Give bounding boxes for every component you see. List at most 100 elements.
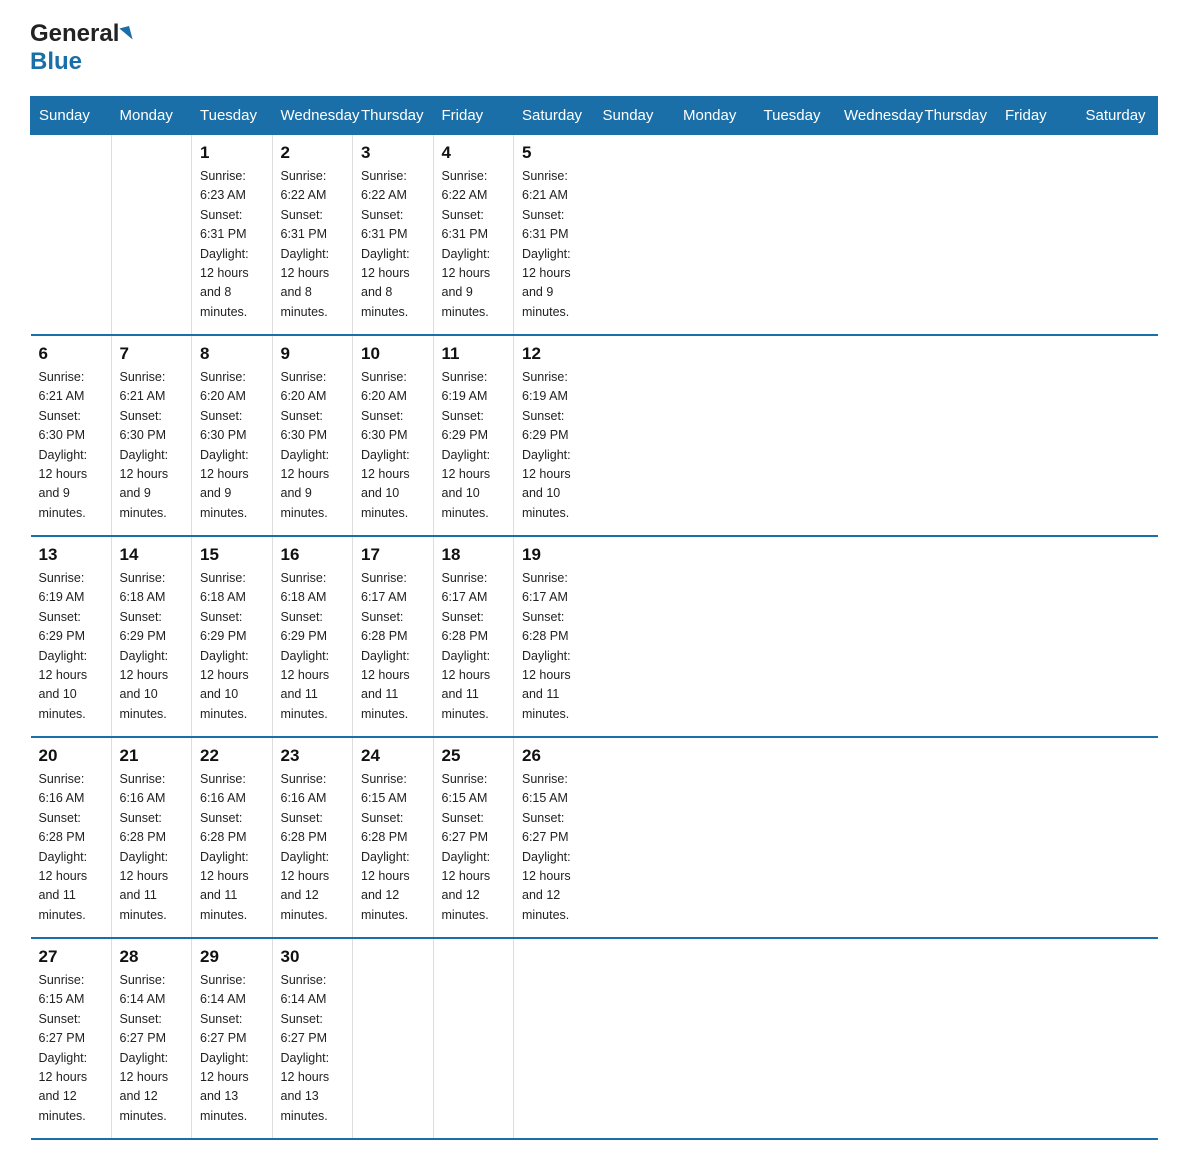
day-number: 24 <box>361 746 425 766</box>
day-number: 3 <box>361 143 425 163</box>
day-of-week-header: Thursday <box>916 97 997 135</box>
calendar-cell: 13 Sunrise: 6:19 AMSunset: 6:29 PMDayligh… <box>31 536 112 737</box>
calendar-cell <box>31 135 112 336</box>
calendar-cell: 6 Sunrise: 6:21 AMSunset: 6:30 PMDaylight… <box>31 335 112 536</box>
day-info: Sunrise: 6:16 AMSunset: 6:28 PMDaylight:… <box>120 770 184 925</box>
day-number: 30 <box>281 947 345 967</box>
calendar-cell: 28 Sunrise: 6:14 AMSunset: 6:27 PMDayligh… <box>111 938 192 1139</box>
calendar-cell: 12Sunrise: 6:19 AMSunset: 6:29 PMDayligh… <box>514 335 595 536</box>
day-number: 13 <box>39 545 103 565</box>
calendar-cell: 22Sunrise: 6:16 AMSunset: 6:28 PMDayligh… <box>192 737 273 938</box>
day-number: 21 <box>120 746 184 766</box>
calendar-cell: 1Sunrise: 6:23 AMSunset: 6:31 PMDaylight… <box>192 135 273 336</box>
calendar-week-row: 27 Sunrise: 6:15 AMSunset: 6:27 PMDayligh… <box>31 938 1158 1139</box>
day-number: 4 <box>442 143 506 163</box>
calendar-cell: 30 Sunrise: 6:14 AMSunset: 6:27 PMDayligh… <box>272 938 353 1139</box>
day-info: Sunrise: 6:15 AMSunset: 6:27 PMDaylight:… <box>522 770 586 925</box>
day-of-week-header: Sunday <box>31 97 112 135</box>
day-of-week-header: Saturday <box>1077 97 1158 135</box>
day-number: 5 <box>522 143 586 163</box>
calendar-cell: 29 Sunrise: 6:14 AMSunset: 6:27 PMDayligh… <box>192 938 273 1139</box>
day-info: Sunrise: 6:21 AMSunset: 6:30 PMDaylight:… <box>39 368 103 523</box>
day-info: Sunrise: 6:19 AMSunset: 6:29 PMDaylight:… <box>39 569 103 724</box>
day-info: Sunrise: 6:22 AMSunset: 6:31 PMDaylight:… <box>281 167 345 322</box>
calendar-cell: 3 Sunrise: 6:22 AMSunset: 6:31 PMDaylight… <box>353 135 434 336</box>
day-number: 19 <box>522 545 586 565</box>
day-of-week-header: Thursday <box>353 97 434 135</box>
day-info: Sunrise: 6:15 AMSunset: 6:27 PMDaylight:… <box>442 770 506 925</box>
day-number: 23 <box>281 746 345 766</box>
logo-arrow-icon <box>120 26 133 42</box>
calendar-cell: 7 Sunrise: 6:21 AMSunset: 6:30 PMDaylight… <box>111 335 192 536</box>
calendar-cell: 25Sunrise: 6:15 AMSunset: 6:27 PMDayligh… <box>433 737 514 938</box>
day-info: Sunrise: 6:15 AMSunset: 6:27 PMDaylight:… <box>39 971 103 1126</box>
calendar-cell: 19 Sunrise: 6:17 AMSunset: 6:28 PMDayligh… <box>514 536 595 737</box>
calendar-cell: 27 Sunrise: 6:15 AMSunset: 6:27 PMDayligh… <box>31 938 112 1139</box>
day-number: 28 <box>120 947 184 967</box>
calendar-cell: 2 Sunrise: 6:22 AMSunset: 6:31 PMDaylight… <box>272 135 353 336</box>
day-number: 17 <box>361 545 425 565</box>
day-number: 9 <box>281 344 345 364</box>
day-number: 6 <box>39 344 103 364</box>
day-info: Sunrise: 6:15 AMSunset: 6:28 PMDaylight:… <box>361 770 425 925</box>
day-info: Sunrise: 6:18 AMSunset: 6:29 PMDaylight:… <box>281 569 345 724</box>
day-of-week-header: Tuesday <box>755 97 836 135</box>
day-number: 29 <box>200 947 264 967</box>
day-info: Sunrise: 6:20 AMSunset: 6:30 PMDaylight:… <box>281 368 345 523</box>
calendar-cell <box>514 938 595 1139</box>
day-number: 1 <box>200 143 264 163</box>
calendar-table: SundayMondayTuesdayWednesdayThursdayFrid… <box>30 96 1158 1140</box>
calendar-cell: 14 Sunrise: 6:18 AMSunset: 6:29 PMDayligh… <box>111 536 192 737</box>
day-of-week-header: Sunday <box>594 97 675 135</box>
calendar-cell <box>433 938 514 1139</box>
day-info: Sunrise: 6:17 AMSunset: 6:28 PMDaylight:… <box>522 569 586 724</box>
calendar-cell: 24 Sunrise: 6:15 AMSunset: 6:28 PMDayligh… <box>353 737 434 938</box>
calendar-week-row: 1Sunrise: 6:23 AMSunset: 6:31 PMDaylight… <box>31 135 1158 336</box>
calendar-cell <box>353 938 434 1139</box>
day-info: Sunrise: 6:20 AMSunset: 6:30 PMDaylight:… <box>361 368 425 523</box>
logo-blue-text: Blue <box>30 48 82 76</box>
calendar-header-row: SundayMondayTuesdayWednesdayThursdayFrid… <box>31 97 1158 135</box>
calendar-cell: 26Sunrise: 6:15 AMSunset: 6:27 PMDayligh… <box>514 737 595 938</box>
calendar-cell: 9 Sunrise: 6:20 AMSunset: 6:30 PMDaylight… <box>272 335 353 536</box>
day-of-week-header: Friday <box>997 97 1078 135</box>
logo-general-text: General <box>30 20 119 48</box>
calendar-cell <box>111 135 192 336</box>
day-info: Sunrise: 6:22 AMSunset: 6:31 PMDaylight:… <box>442 167 506 322</box>
day-number: 15 <box>200 545 264 565</box>
day-info: Sunrise: 6:18 AMSunset: 6:29 PMDaylight:… <box>120 569 184 724</box>
day-number: 11 <box>442 344 506 364</box>
day-info: Sunrise: 6:17 AMSunset: 6:28 PMDaylight:… <box>442 569 506 724</box>
day-info: Sunrise: 6:14 AMSunset: 6:27 PMDaylight:… <box>200 971 264 1126</box>
day-info: Sunrise: 6:21 AMSunset: 6:30 PMDaylight:… <box>120 368 184 523</box>
day-number: 18 <box>442 545 506 565</box>
day-info: Sunrise: 6:21 AMSunset: 6:31 PMDaylight:… <box>522 167 586 322</box>
calendar-week-row: 20Sunrise: 6:16 AMSunset: 6:28 PMDayligh… <box>31 737 1158 938</box>
day-info: Sunrise: 6:14 AMSunset: 6:27 PMDaylight:… <box>281 971 345 1126</box>
day-info: Sunrise: 6:22 AMSunset: 6:31 PMDaylight:… <box>361 167 425 322</box>
day-of-week-header: Wednesday <box>836 97 917 135</box>
day-info: Sunrise: 6:19 AMSunset: 6:29 PMDaylight:… <box>442 368 506 523</box>
calendar-cell: 16Sunrise: 6:18 AMSunset: 6:29 PMDayligh… <box>272 536 353 737</box>
calendar-cell: 18 Sunrise: 6:17 AMSunset: 6:28 PMDayligh… <box>433 536 514 737</box>
page-header: General Blue <box>30 20 1158 76</box>
day-info: Sunrise: 6:20 AMSunset: 6:30 PMDaylight:… <box>200 368 264 523</box>
day-of-week-header: Tuesday <box>192 97 273 135</box>
calendar-week-row: 6 Sunrise: 6:21 AMSunset: 6:30 PMDaylight… <box>31 335 1158 536</box>
calendar-cell: 11 Sunrise: 6:19 AMSunset: 6:29 PMDayligh… <box>433 335 514 536</box>
day-number: 27 <box>39 947 103 967</box>
calendar-cell: 15Sunrise: 6:18 AMSunset: 6:29 PMDayligh… <box>192 536 273 737</box>
calendar-cell: 5 Sunrise: 6:21 AMSunset: 6:31 PMDaylight… <box>514 135 595 336</box>
day-of-week-header: Monday <box>111 97 192 135</box>
day-number: 14 <box>120 545 184 565</box>
calendar-cell: 17Sunrise: 6:17 AMSunset: 6:28 PMDayligh… <box>353 536 434 737</box>
calendar-cell: 21 Sunrise: 6:16 AMSunset: 6:28 PMDayligh… <box>111 737 192 938</box>
calendar-cell: 8Sunrise: 6:20 AMSunset: 6:30 PMDaylight… <box>192 335 273 536</box>
day-number: 2 <box>281 143 345 163</box>
day-info: Sunrise: 6:14 AMSunset: 6:27 PMDaylight:… <box>120 971 184 1126</box>
day-of-week-header: Friday <box>433 97 514 135</box>
calendar-week-row: 13 Sunrise: 6:19 AMSunset: 6:29 PMDayligh… <box>31 536 1158 737</box>
day-number: 12 <box>522 344 586 364</box>
day-of-week-header: Saturday <box>514 97 595 135</box>
day-number: 7 <box>120 344 184 364</box>
